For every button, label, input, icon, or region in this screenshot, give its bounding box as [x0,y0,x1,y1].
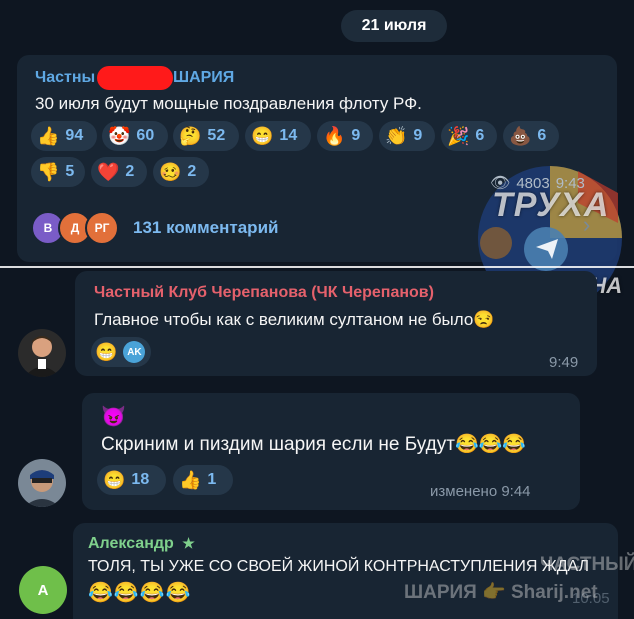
redaction-mark [97,66,173,90]
reaction-heart[interactable]: ❤️ 2 [91,157,147,187]
party-popper-icon: 🎉 [447,126,470,146]
message-text-3: ТОЛЯ, ТЫ УЖЕ СО СВОЕЙ ЖИНОЙ КОНТРНАСТУПЛ… [88,558,590,575]
thinking-face-icon: 🤔 [179,126,202,146]
thumbs-down-icon: 👎 [37,162,60,182]
clown-icon: 🤡 [108,126,131,146]
commenter-avatar-3: РГ [85,211,119,245]
reaction-woozy[interactable]: 🥴 2 [153,157,209,187]
thumbs-up-icon: 👍 [179,470,202,490]
reaction-fire[interactable]: 🔥 9 [317,121,373,151]
comments-link[interactable]: 131 комментарий [133,218,278,238]
channel-name-left[interactable]: Частны [35,69,95,87]
reaction-thumbs-up-msg2[interactable]: 👍 1 [173,465,233,495]
message-time-2: изменено 9:44 [430,483,531,500]
message-text-2: Скриним и пиздим шария если не Будут😂😂😂 [101,434,526,455]
reaction-grin[interactable]: 😁 14 [245,121,311,151]
channel-name-right[interactable]: ШАРИЯ [173,69,234,87]
woozy-face-icon: 🥴 [159,162,182,182]
devil-icon: 😈 [101,406,127,428]
reaction-grin-msg1[interactable]: 😁 AK [91,337,151,367]
grinning-face-icon: 😁 [251,126,274,146]
message-text-1: Главное чтобы как с великим султаном не … [94,310,495,329]
reaction-clown[interactable]: 🤡 60 [102,121,168,151]
chat-view: 21 июля Частны ШАРИЯ 30 июля будут мощны… [0,0,634,619]
reaction-thumbs-up[interactable]: 👍 94 [31,121,97,151]
eye-icon: 👁 [490,175,511,192]
watermark-bottom-2: ШАРИЯ 👉 Sharij.net [404,582,598,603]
clapping-hands-icon: 👏 [385,126,408,146]
sender-name-1[interactable]: Частный Клуб Черепанова (ЧК Черепанов) [94,284,434,302]
grinning-face-icon: 😁 [103,470,126,490]
tears-of-joy-icons: 😂😂😂😂 [88,582,192,604]
reaction-grin-msg2[interactable]: 😁 18 [97,465,166,495]
reaction-thinking[interactable]: 🤔 52 [173,121,239,151]
watermark-bottom-1: ЧАСТНЫЙ [540,554,634,575]
user-avatar-1[interactable] [18,329,66,377]
reaction-poop[interactable]: 💩 6 [503,121,559,151]
grinning-face-icon: 😁 [95,342,118,362]
reaction-party[interactable]: 🎉 6 [441,121,497,151]
chevron-right-icon[interactable]: › [583,212,590,238]
reactor-avatar: AK [123,341,146,363]
thumbs-up-icon: 👍 [37,126,60,146]
user-avatar-2[interactable] [18,459,66,507]
poop-icon: 💩 [509,126,532,146]
sender-name-3[interactable]: Александр ★ [88,535,195,553]
reaction-thumbs-down[interactable]: 👎 5 [31,157,85,187]
reaction-clap[interactable]: 👏 9 [379,121,435,151]
divider [0,266,634,268]
post-text: 30 июля будут мощные поздравления флоту … [35,94,422,113]
message-time-1: 9:49 [549,354,579,371]
user-avatar-3[interactable]: А [19,566,67,614]
star-icon: ★ [182,535,195,551]
post-views: 👁 4803 9:43 [490,174,585,193]
heart-icon: ❤️ [97,162,120,182]
fire-icon: 🔥 [323,126,346,146]
date-separator: 21 июля [341,10,447,42]
